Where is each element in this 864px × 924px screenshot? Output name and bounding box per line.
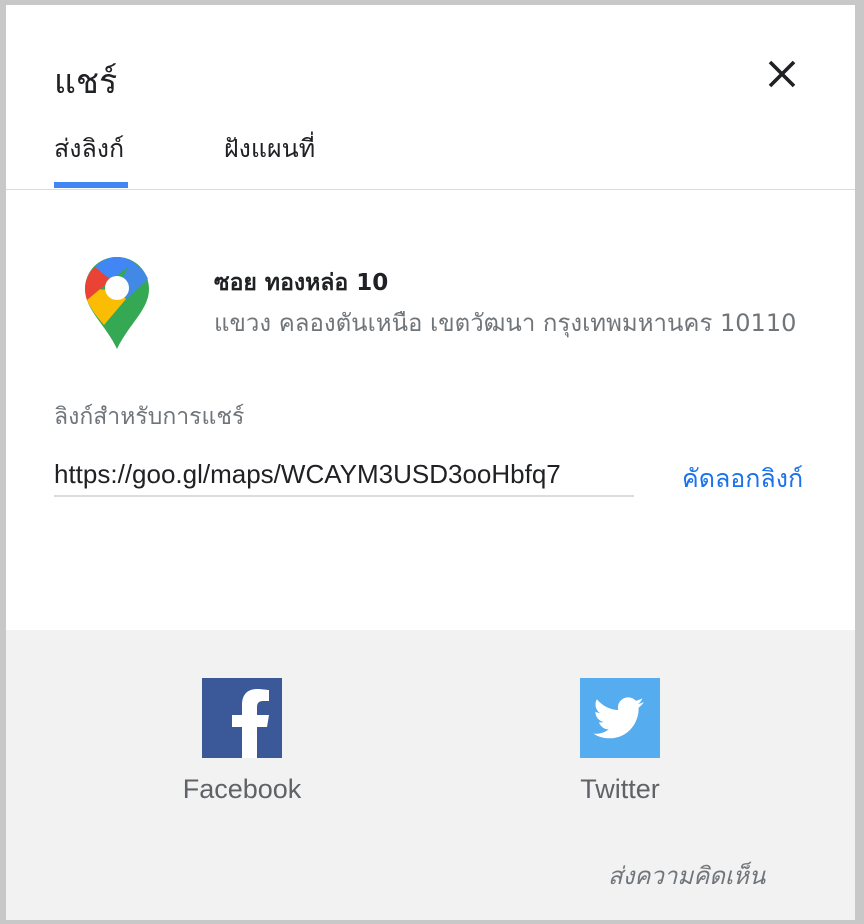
place-name: ซอย ทองหล่อ 10 (214, 270, 389, 296)
share-footer: Facebook Twitter ส่งความคิดเห็น (6, 630, 855, 920)
tab-send-link[interactable]: ส่งลิงก์ (54, 127, 124, 171)
active-tab-indicator (54, 182, 128, 188)
send-feedback-link[interactable]: ส่งความคิดเห็น (608, 856, 765, 895)
share-dialog: แชร์ ส่งลิงก์ ฝังแผนที่ ซอย ทองหล่อ 10 แ… (6, 5, 855, 920)
share-twitter-button[interactable]: Twitter (540, 678, 700, 805)
share-link-input[interactable] (54, 453, 634, 497)
dialog-title: แชร์ (54, 62, 118, 102)
share-facebook-button[interactable]: Facebook (162, 678, 322, 805)
twitter-icon (580, 678, 660, 758)
facebook-icon (202, 678, 282, 758)
share-link-label: ลิงก์สำหรับการแชร์ (54, 404, 245, 430)
twitter-label: Twitter (580, 774, 660, 804)
google-maps-pin-icon (85, 257, 149, 349)
place-address: แขวง คลองตันเหนือ เขตวัฒนา กรุงเทพมหานคร… (214, 309, 797, 337)
copy-link-button[interactable]: คัดลอกลิงก์ (682, 459, 803, 499)
facebook-label: Facebook (182, 774, 302, 804)
tab-embed-map[interactable]: ฝังแผนที่ (224, 127, 315, 171)
close-button[interactable] (758, 50, 806, 98)
close-icon (768, 60, 796, 88)
tab-bar: ส่งลิงก์ ฝังแผนที่ (6, 127, 855, 189)
dialog-header: แชร์ ส่งลิงก์ ฝังแผนที่ (6, 5, 855, 190)
